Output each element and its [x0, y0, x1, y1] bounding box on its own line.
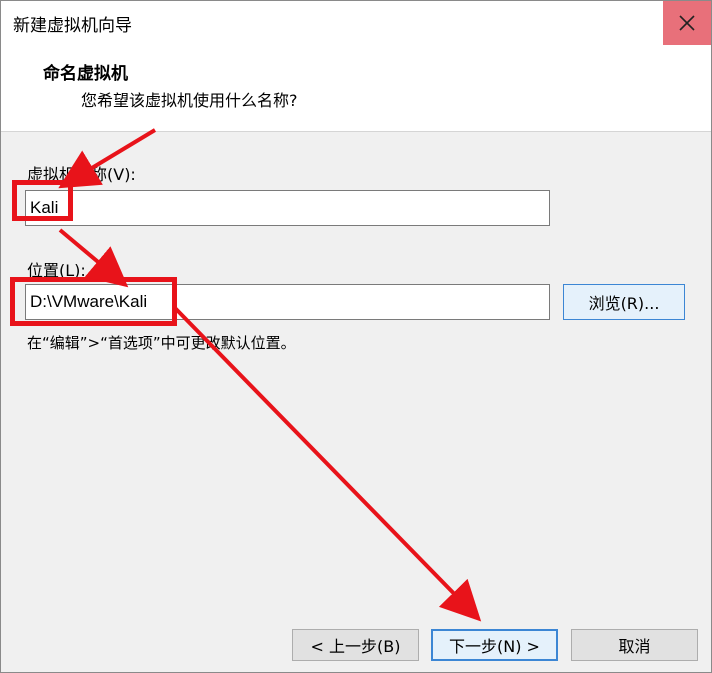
- location-hint: 在“编辑”>“首选项”中可更改默认位置。: [27, 334, 296, 352]
- close-button[interactable]: [663, 1, 711, 45]
- next-button[interactable]: 下一步(N) >: [431, 629, 558, 661]
- location-input[interactable]: D:\VMware\Kali: [25, 284, 550, 320]
- location-label: 位置(L):: [27, 261, 86, 280]
- page-subtitle: 您希望该虚拟机使用什么名称?: [81, 91, 298, 110]
- back-button[interactable]: < 上一步(B): [292, 629, 419, 661]
- vm-name-input[interactable]: Kali: [25, 190, 550, 226]
- page-title: 命名虚拟机: [43, 64, 128, 84]
- vm-name-label: 虚拟机名称(V):: [27, 165, 136, 184]
- browse-button[interactable]: 浏览(R)...: [563, 284, 685, 320]
- cancel-button[interactable]: 取消: [571, 629, 698, 661]
- wizard-header: 命名虚拟机 您希望该虚拟机使用什么名称?: [1, 45, 711, 132]
- new-vm-wizard-window: 新建虚拟机向导 命名虚拟机 您希望该虚拟机使用什么名称? 虚拟机名称(V): K…: [0, 0, 712, 673]
- window-title: 新建虚拟机向导: [13, 16, 132, 36]
- title-bar: 新建虚拟机向导: [1, 1, 711, 45]
- close-icon: [679, 15, 695, 31]
